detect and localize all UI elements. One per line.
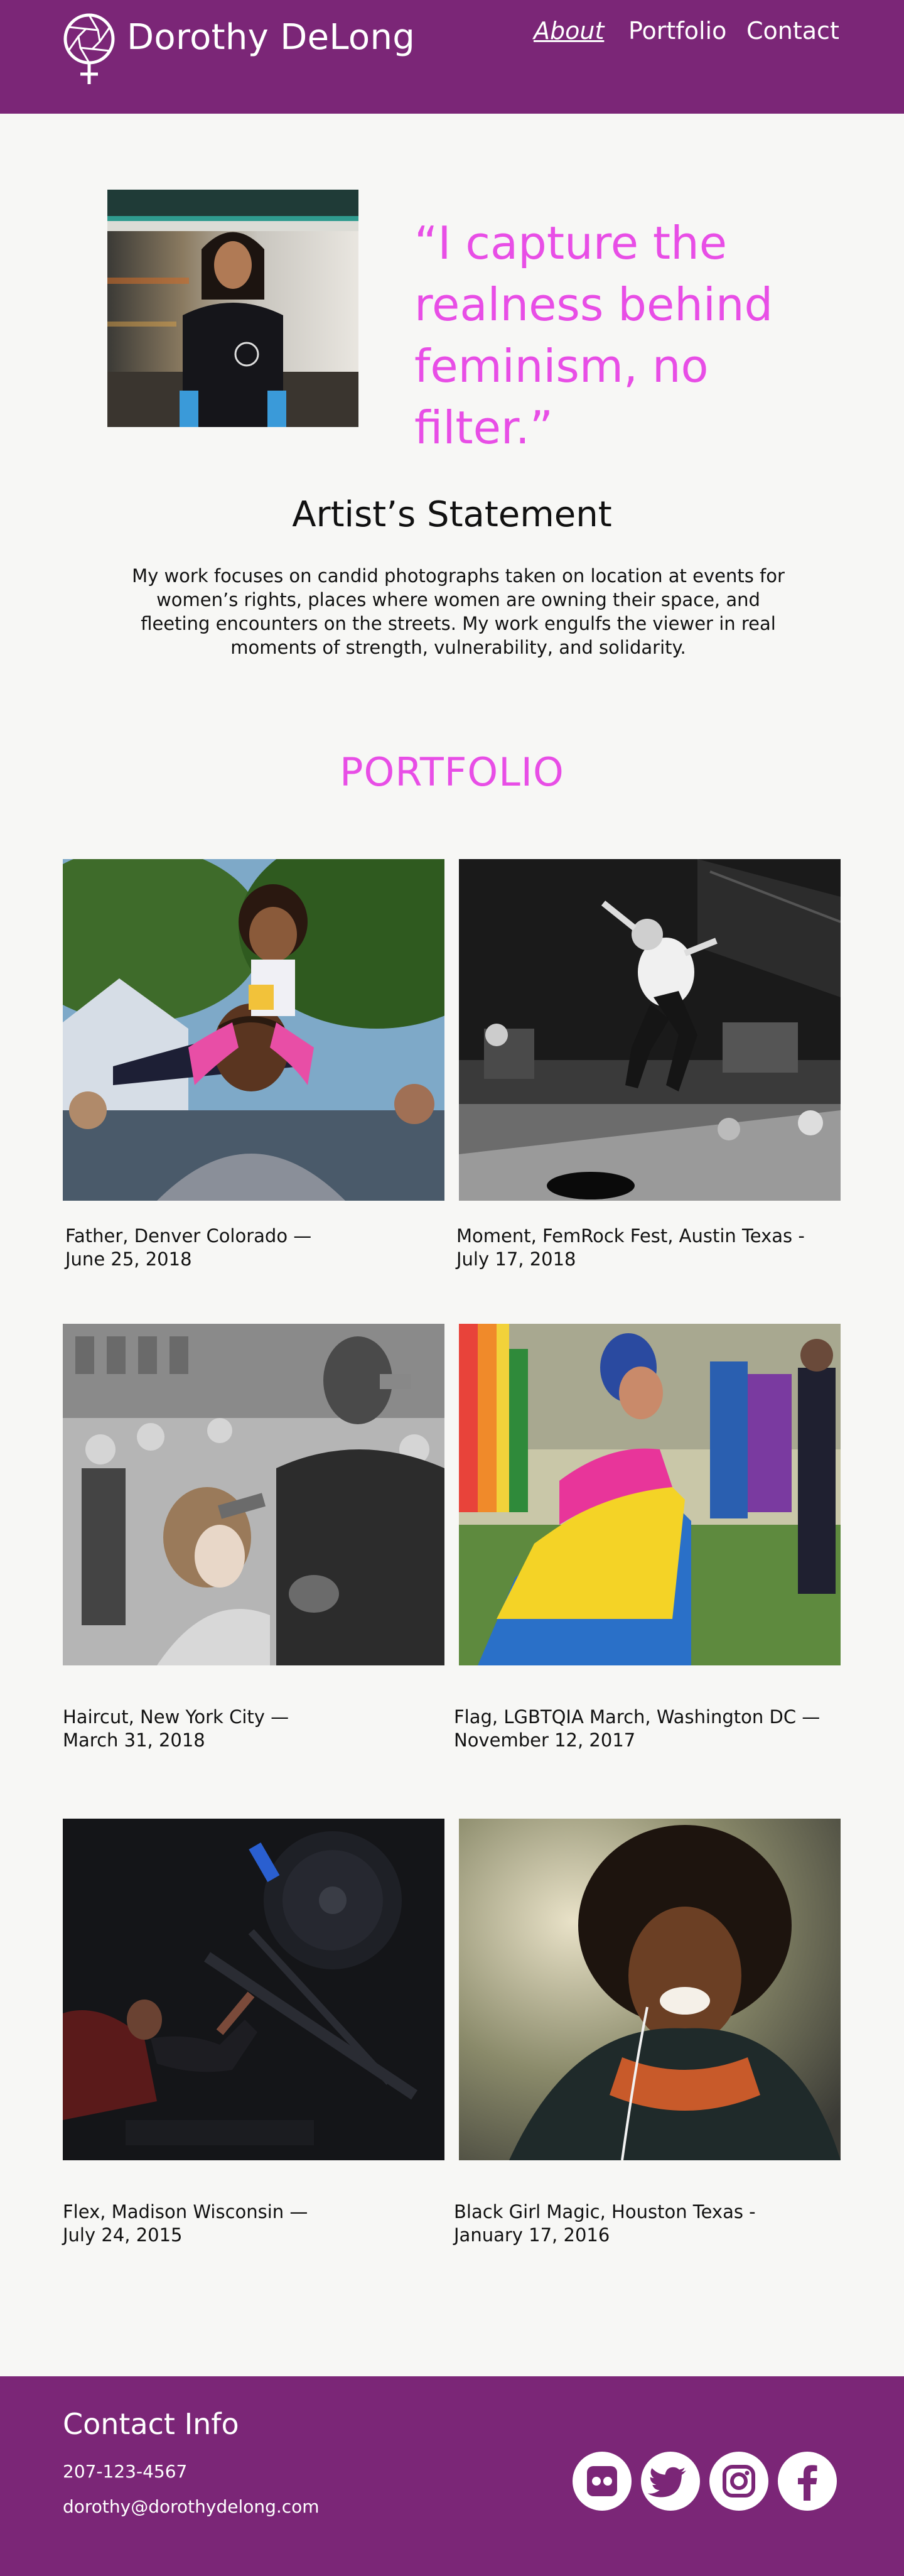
feminine-aperture-icon[interactable]	[60, 11, 118, 87]
portfolio-caption: Haircut, New York City — March 31, 2018	[63, 1706, 439, 1752]
caption-date: March 31, 2018	[63, 1729, 205, 1751]
portfolio-photo-haircut[interactable]	[63, 1324, 444, 1665]
portfolio-caption: Black Girl Magic, Houston Texas - Januar…	[454, 2200, 831, 2247]
portfolio-caption: Flex, Madison Wisconsin — July 24, 2015	[63, 2200, 439, 2247]
portfolio-caption: Father, Denver Colorado — June 25, 2018	[65, 1225, 442, 1271]
caption-title: Haircut, New York City —	[63, 1706, 289, 1728]
caption-date: July 24, 2015	[63, 2224, 183, 2246]
site-brand[interactable]: Dorothy DeLong	[127, 16, 415, 59]
instagram-icon[interactable]	[709, 2452, 768, 2511]
hero-portrait-photo	[107, 190, 358, 427]
portfolio-photo-moment[interactable]	[459, 859, 841, 1201]
contact-email[interactable]: dorothy@dorothydelong.com	[63, 2496, 320, 2518]
flickr-icon[interactable]	[573, 2452, 632, 2511]
hero-quote: “I capture the realness behind feminism,…	[414, 217, 773, 454]
nav-portfolio[interactable]: Portfolio	[628, 15, 726, 46]
nav-contact[interactable]: Contact	[746, 15, 839, 46]
portfolio-caption: Flag, LGBTQIA March, Washington DC — Nov…	[454, 1706, 831, 1752]
nav-about[interactable]: About	[534, 15, 604, 46]
caption-date: November 12, 2017	[454, 1729, 636, 1751]
facebook-icon[interactable]	[778, 2452, 837, 2511]
statement-body: My work focuses on candid photographs ta…	[132, 565, 785, 658]
portfolio-photo-flex[interactable]	[63, 1819, 444, 2160]
portfolio-photo-flag[interactable]	[459, 1324, 841, 1665]
caption-title: Flag, LGBTQIA March, Washington DC —	[454, 1706, 821, 1728]
caption-date: July 17, 2018	[456, 1248, 576, 1270]
portfolio-caption: Moment, FemRock Fest, Austin Texas - Jul…	[456, 1225, 833, 1271]
caption-date: June 25, 2018	[65, 1248, 192, 1270]
twitter-icon[interactable]	[641, 2452, 700, 2511]
contact-title: Contact Info	[63, 2407, 239, 2441]
portfolio-photo-black-girl-magic[interactable]	[459, 1819, 841, 2160]
caption-title: Moment, FemRock Fest, Austin Texas -	[456, 1225, 805, 1247]
contact-phone[interactable]: 207-123-4567	[63, 2460, 187, 2483]
caption-title: Father, Denver Colorado —	[65, 1225, 312, 1247]
caption-date: January 17, 2016	[454, 2224, 610, 2246]
statement-title: Artist’s Statement	[292, 494, 612, 535]
portfolio-title: PORTFOLIO	[340, 749, 564, 795]
caption-title: Flex, Madison Wisconsin —	[63, 2201, 308, 2222]
portfolio-photo-father[interactable]	[63, 859, 444, 1201]
caption-title: Black Girl Magic, Houston Texas -	[454, 2201, 756, 2222]
